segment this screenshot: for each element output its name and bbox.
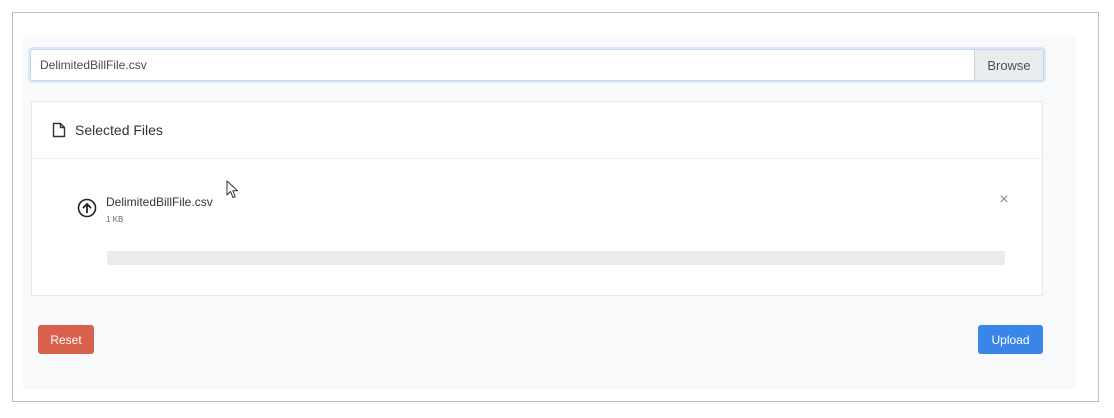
reset-button[interactable]: Reset bbox=[38, 325, 94, 354]
file-input[interactable]: DelimitedBillFile.csv Browse bbox=[30, 49, 1044, 81]
browse-button[interactable]: Browse bbox=[974, 50, 1043, 80]
selected-files-card: Selected Files DelimitedBillFile.csv 1 K… bbox=[31, 101, 1043, 296]
file-input-value[interactable]: DelimitedBillFile.csv bbox=[31, 50, 974, 80]
mouse-cursor-icon bbox=[226, 180, 238, 198]
selected-files-title: Selected Files bbox=[75, 122, 163, 138]
selected-files-header: Selected Files bbox=[32, 102, 1042, 159]
list-item: DelimitedBillFile.csv 1 KB × bbox=[77, 192, 1009, 232]
file-icon bbox=[52, 122, 66, 138]
upload-progress-bar bbox=[107, 251, 1005, 265]
upload-button[interactable]: Upload bbox=[978, 325, 1043, 354]
upload-arrow-icon bbox=[77, 198, 97, 218]
close-icon[interactable]: × bbox=[996, 192, 1012, 208]
file-name: DelimitedBillFile.csv bbox=[106, 195, 213, 209]
file-size: 1 KB bbox=[106, 215, 124, 224]
